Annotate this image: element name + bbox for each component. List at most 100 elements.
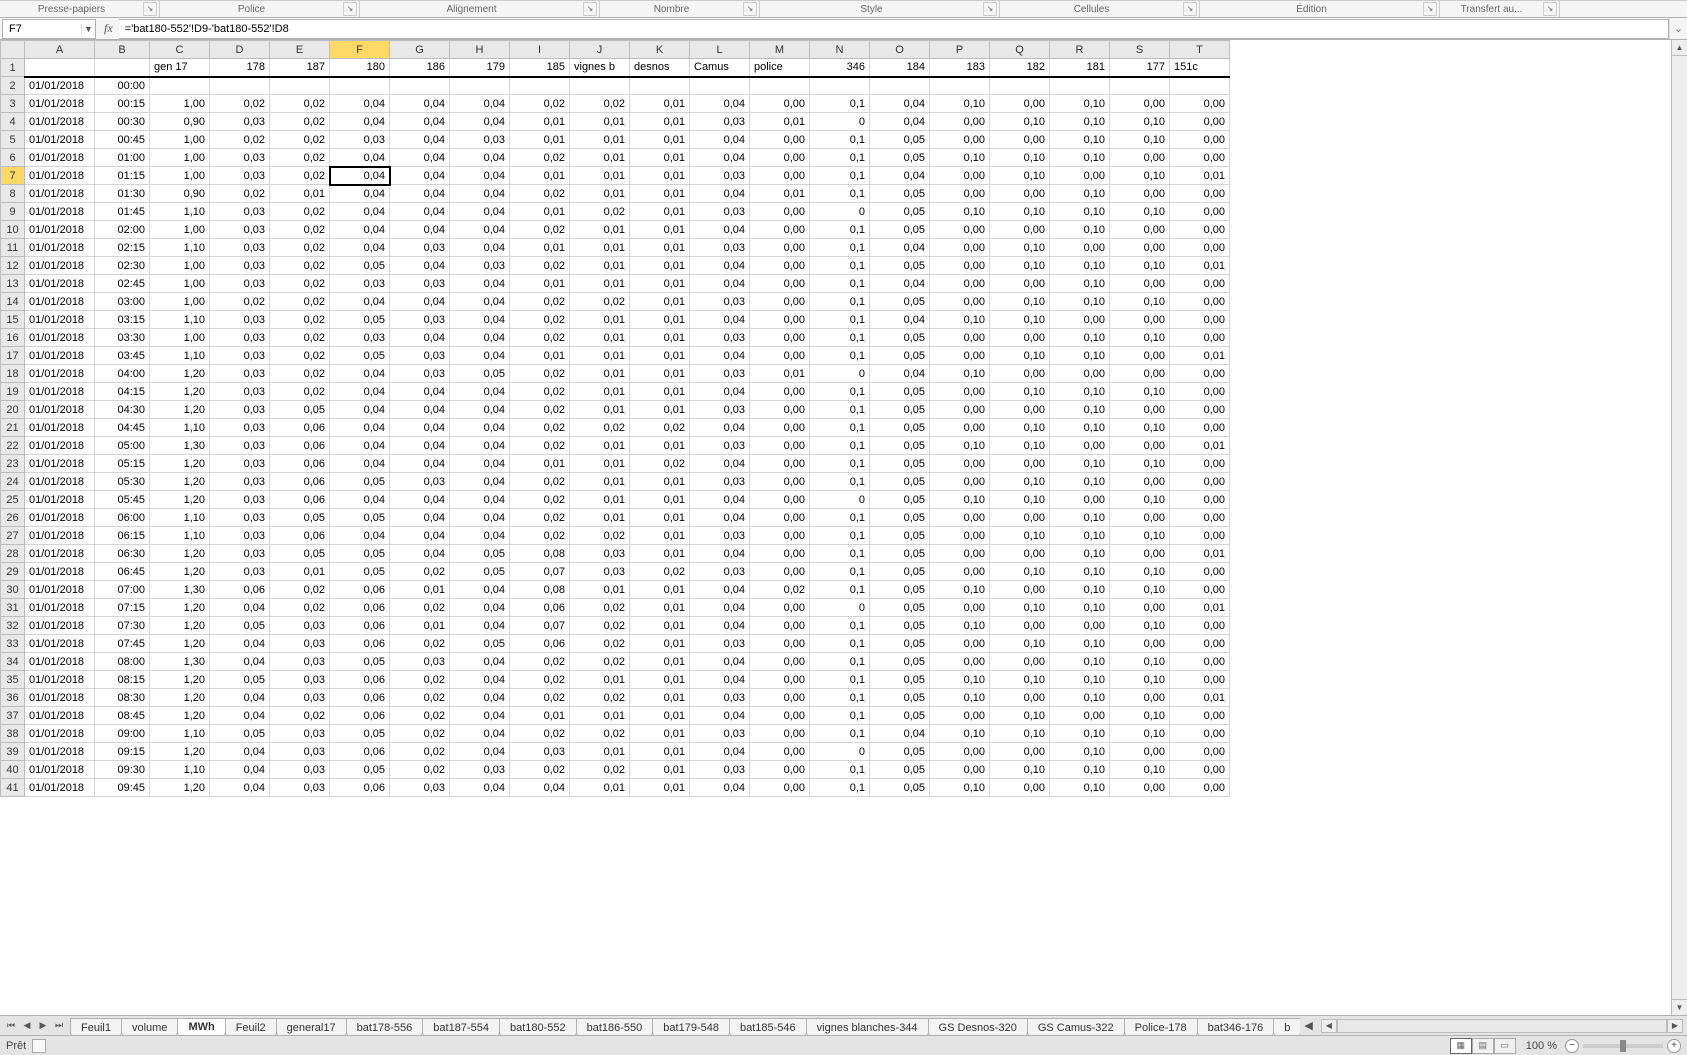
cell[interactable]: 01/01/2018 [25, 401, 95, 419]
cell[interactable]: 0,04 [690, 185, 750, 203]
dialog-launcher-icon[interactable]: ↘ [583, 2, 597, 16]
cell[interactable]: 0,04 [330, 491, 390, 509]
cell[interactable]: 0,01 [630, 149, 690, 167]
cell[interactable]: 0,01 [1170, 689, 1230, 707]
cell[interactable]: 0,00 [1170, 185, 1230, 203]
cell[interactable]: 1,00 [150, 95, 210, 113]
cell[interactable]: 0,10 [990, 113, 1050, 131]
cell[interactable]: 0,10 [1050, 455, 1110, 473]
cell[interactable]: 01/01/2018 [25, 599, 95, 617]
cell[interactable]: 0,02 [270, 707, 330, 725]
cell[interactable]: 0,10 [930, 365, 990, 383]
cell[interactable]: 07:30 [95, 617, 150, 635]
cell[interactable]: 0,00 [930, 329, 990, 347]
cell[interactable]: 0,00 [1110, 185, 1170, 203]
zoom-slider[interactable] [1583, 1044, 1663, 1048]
cell[interactable]: 0,01 [510, 131, 570, 149]
cell[interactable]: 1,00 [150, 329, 210, 347]
cell[interactable]: 0,00 [1110, 509, 1170, 527]
cell[interactable]: 01/01/2018 [25, 725, 95, 743]
cell[interactable]: 0,04 [390, 131, 450, 149]
cell[interactable]: 0,1 [810, 689, 870, 707]
cell[interactable]: 0,04 [330, 185, 390, 203]
cell[interactable]: 0,04 [690, 617, 750, 635]
cell[interactable]: 0,1 [810, 779, 870, 797]
cell[interactable]: 0,10 [930, 617, 990, 635]
cell[interactable]: 0,03 [690, 725, 750, 743]
row-header[interactable]: 25 [1, 491, 25, 509]
row-header[interactable]: 24 [1, 473, 25, 491]
cell[interactable]: 0,01 [270, 185, 330, 203]
cell[interactable]: 0,10 [990, 311, 1050, 329]
cell[interactable]: 0,01 [570, 131, 630, 149]
row-header[interactable]: 2 [1, 77, 25, 95]
column-header[interactable]: P [930, 41, 990, 59]
cell[interactable]: 0,10 [1110, 563, 1170, 581]
row-header[interactable]: 13 [1, 275, 25, 293]
row-header[interactable]: 35 [1, 671, 25, 689]
hscroll-track[interactable] [1337, 1019, 1667, 1033]
cell[interactable]: 0,04 [450, 707, 510, 725]
cell[interactable]: 0,03 [210, 275, 270, 293]
cell[interactable]: 0,02 [570, 419, 630, 437]
cell[interactable]: 0,05 [210, 617, 270, 635]
cell[interactable]: 01/01/2018 [25, 509, 95, 527]
vertical-scrollbar[interactable]: ▲ ▼ [1671, 40, 1687, 1015]
cell[interactable] [630, 77, 690, 95]
cell[interactable]: 07:15 [95, 599, 150, 617]
cell[interactable]: 0,02 [510, 671, 570, 689]
cell[interactable]: 0,04 [210, 599, 270, 617]
cell[interactable]: 0,04 [690, 257, 750, 275]
row-header[interactable]: 40 [1, 761, 25, 779]
cell[interactable]: 0,00 [750, 545, 810, 563]
cell[interactable] [510, 77, 570, 95]
cell[interactable]: 01/01/2018 [25, 365, 95, 383]
row-header[interactable]: 34 [1, 653, 25, 671]
cell[interactable]: 1,20 [150, 563, 210, 581]
cell[interactable]: 0,01 [570, 401, 630, 419]
cell[interactable]: 0,01 [570, 185, 630, 203]
sheet-tab[interactable]: volume [121, 1018, 178, 1035]
cell[interactable]: 178 [210, 59, 270, 77]
cell[interactable]: 0,03 [510, 743, 570, 761]
sheet-tab[interactable]: bat187-554 [422, 1018, 500, 1035]
cell[interactable]: 0,04 [690, 671, 750, 689]
sheet-tab[interactable]: GS Camus-322 [1027, 1018, 1125, 1035]
cell[interactable] [990, 77, 1050, 95]
view-page-break-button[interactable]: ▭ [1494, 1038, 1516, 1054]
column-header[interactable]: H [450, 41, 510, 59]
cell[interactable]: 0,00 [1170, 617, 1230, 635]
cell[interactable]: 0,01 [630, 545, 690, 563]
cell[interactable]: 0,04 [870, 95, 930, 113]
cell[interactable]: 0,05 [270, 509, 330, 527]
cell[interactable]: 0,10 [1050, 653, 1110, 671]
cell[interactable]: 0,02 [510, 437, 570, 455]
cell[interactable]: 0,06 [270, 527, 330, 545]
cell[interactable]: 0,10 [1050, 635, 1110, 653]
column-header[interactable]: D [210, 41, 270, 59]
cell[interactable]: 0,01 [630, 401, 690, 419]
cell[interactable]: 183 [930, 59, 990, 77]
row-header[interactable]: 33 [1, 635, 25, 653]
cell[interactable]: 0,02 [390, 599, 450, 617]
cell[interactable]: 0,06 [270, 419, 330, 437]
cell[interactable]: 0,04 [330, 221, 390, 239]
cell[interactable]: 0,03 [690, 563, 750, 581]
sheet-nav-last[interactable]: ⏭ [52, 1018, 66, 1034]
horizontal-scrollbar[interactable]: ◀ ▶ [1317, 1016, 1687, 1035]
cell[interactable]: 01:45 [95, 203, 150, 221]
cell[interactable]: 0,00 [1170, 635, 1230, 653]
cell[interactable]: 0,00 [750, 527, 810, 545]
cell[interactable]: 01/01/2018 [25, 689, 95, 707]
cell[interactable]: 0,00 [1110, 275, 1170, 293]
cell[interactable]: 01/01/2018 [25, 491, 95, 509]
cell[interactable]: 0,00 [750, 779, 810, 797]
cell[interactable]: 1,30 [150, 581, 210, 599]
cell[interactable]: 0,01 [1170, 437, 1230, 455]
cell[interactable]: 0,02 [210, 185, 270, 203]
cell[interactable]: 03:45 [95, 347, 150, 365]
cell[interactable]: 0,00 [1170, 509, 1230, 527]
cell[interactable]: 0,00 [750, 257, 810, 275]
cell[interactable]: 0,02 [630, 419, 690, 437]
cell[interactable]: 0,00 [1110, 689, 1170, 707]
